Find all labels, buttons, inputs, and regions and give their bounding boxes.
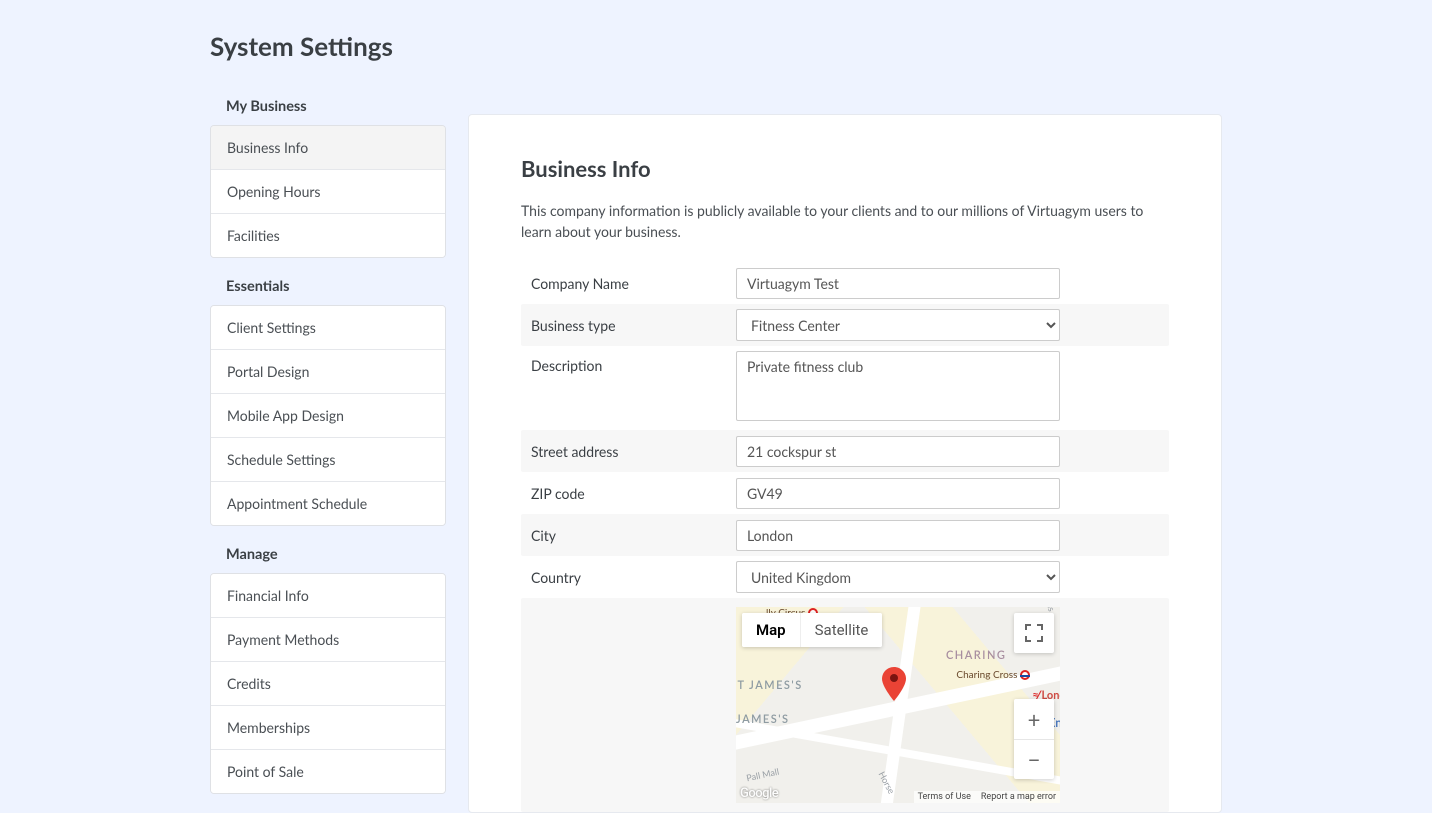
label-country: Country	[521, 569, 736, 586]
label-business-type: Business type	[521, 317, 736, 334]
map-area-charing: CHARING	[946, 649, 1006, 662]
sidebar-header-essentials: Essentials	[210, 266, 446, 305]
sidebar-header-manage: Manage	[210, 534, 446, 573]
sidebar-group-my-business: Business Info Opening Hours Facilities	[210, 125, 446, 258]
sidebar-item-point-of-sale[interactable]: Point of Sale	[211, 750, 445, 793]
map-type-switcher: Map Satellite	[742, 613, 882, 647]
sidebar-item-appointment-schedule[interactable]: Appointment Schedule	[211, 482, 445, 525]
label-street-address: Street address	[521, 443, 736, 460]
map-zoom-out-button[interactable]: −	[1014, 739, 1054, 779]
map-tab-satellite[interactable]: Satellite	[800, 613, 883, 647]
fullscreen-icon	[1025, 624, 1043, 642]
map-zoom-controls: + −	[1014, 699, 1054, 779]
input-company-name[interactable]	[736, 268, 1060, 299]
textarea-description[interactable]: Private fitness club	[736, 351, 1060, 421]
label-description: Description	[521, 346, 736, 374]
map-tab-map[interactable]: Map	[742, 613, 800, 647]
map-google-logo: Google	[736, 784, 782, 803]
sidebar-group-essentials: Client Settings Portal Design Mobile App…	[210, 305, 446, 526]
sidebar-item-memberships[interactable]: Memberships	[211, 706, 445, 750]
input-zip[interactable]	[736, 478, 1060, 509]
card-description: This company information is publicly ava…	[521, 200, 1169, 242]
select-country[interactable]: United Kingdom	[736, 561, 1060, 593]
sidebar-item-client-settings[interactable]: Client Settings	[211, 306, 445, 350]
map-pin-icon	[882, 667, 906, 701]
page-title: System Settings	[210, 30, 1222, 62]
sidebar-item-payment-methods[interactable]: Payment Methods	[211, 618, 445, 662]
input-city[interactable]	[736, 520, 1060, 551]
sidebar: My Business Business Info Opening Hours …	[210, 86, 446, 802]
card-title: Business Info	[521, 155, 1169, 182]
sidebar-item-portal-design[interactable]: Portal Design	[211, 350, 445, 394]
map-terms-link[interactable]: Terms of Use	[918, 792, 971, 802]
label-zip: ZIP code	[521, 485, 736, 502]
map-area-st-james: ST JAMES'S	[736, 679, 803, 692]
sidebar-group-manage: Financial Info Payment Methods Credits M…	[210, 573, 446, 794]
label-city: City	[521, 527, 736, 544]
label-company-name: Company Name	[521, 275, 736, 292]
select-business-type[interactable]: Fitness Center	[736, 309, 1060, 341]
main-card: Business Info This company information i…	[468, 114, 1222, 813]
sidebar-item-facilities[interactable]: Facilities	[211, 214, 445, 257]
map-report-link[interactable]: Report a map error	[981, 792, 1056, 802]
input-street-address[interactable]	[736, 436, 1060, 467]
sidebar-item-opening-hours[interactable]: Opening Hours	[211, 170, 445, 214]
tube-icon	[1020, 670, 1030, 680]
sidebar-item-business-info[interactable]: Business Info	[211, 126, 445, 170]
sidebar-item-schedule-settings[interactable]: Schedule Settings	[211, 438, 445, 482]
sidebar-item-financial-info[interactable]: Financial Info	[211, 574, 445, 618]
sidebar-header-my-business: My Business	[210, 86, 446, 125]
map-area-james: JAMES'S	[736, 713, 790, 726]
sidebar-item-credits[interactable]: Credits	[211, 662, 445, 706]
map[interactable]: CHARING ST JAMES'S JAMES'S Chandos Pall …	[736, 607, 1060, 803]
map-zoom-in-button[interactable]: +	[1014, 699, 1054, 739]
sidebar-item-mobile-app-design[interactable]: Mobile App Design	[211, 394, 445, 438]
map-fullscreen-button[interactable]	[1014, 613, 1054, 653]
map-poi-charing-cross: Charing Cross	[956, 669, 1030, 681]
